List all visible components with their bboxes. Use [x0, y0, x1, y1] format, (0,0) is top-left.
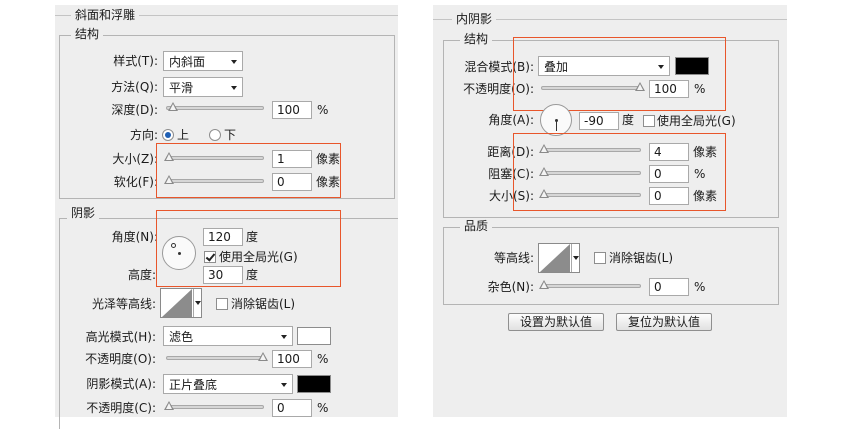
- bevel-emboss-title: 斜面和浮雕: [71, 8, 140, 22]
- gloss-contour-picker[interactable]: [160, 288, 202, 318]
- depth-input[interactable]: 100: [272, 101, 312, 119]
- highlight-mode-select[interactable]: 滤色: [163, 326, 293, 346]
- inner-angle-label: 角度(A):: [488, 113, 534, 127]
- style-select[interactable]: 内斜面: [163, 51, 243, 71]
- highlight-mode-value: 滤色: [169, 330, 194, 344]
- shadow-opacity-input[interactable]: 0: [272, 399, 312, 417]
- technique-select[interactable]: 平滑: [163, 77, 243, 97]
- direction-up-label: 上: [177, 128, 190, 142]
- angle-label: 角度(N):: [111, 230, 158, 244]
- inner-global-light-label: 使用全局光(G): [657, 114, 736, 128]
- shadow-mode-value: 正片叠底: [169, 378, 218, 392]
- inner-anti-alias-checkbox[interactable]: [594, 252, 606, 264]
- shadow-opacity-unit: %: [317, 401, 329, 415]
- shadow-color-swatch[interactable]: [297, 375, 331, 393]
- highlight-mode-label: 高光模式(H):: [85, 330, 156, 344]
- style-label: 样式(T):: [113, 54, 158, 68]
- dropdown-arrow-icon: [281, 335, 287, 339]
- gloss-contour-label: 光泽等高线:: [91, 297, 156, 311]
- noise-slider[interactable]: [539, 280, 641, 289]
- slider-knob-icon[interactable]: [539, 280, 549, 289]
- dropdown-arrow-icon[interactable]: [195, 301, 201, 305]
- shadow-opacity-label: 不透明度(C):: [86, 401, 156, 415]
- contour-divider: [193, 289, 194, 317]
- angle-dial-needle: [556, 120, 557, 131]
- highlight-box: [156, 210, 341, 287]
- depth-slider[interactable]: [166, 102, 264, 111]
- inner-shadow-title: 内阴影: [452, 12, 497, 26]
- direction-down-radio[interactable]: [209, 129, 221, 141]
- shadow-opacity-slider[interactable]: [164, 401, 264, 410]
- dropdown-arrow-icon[interactable]: [573, 256, 579, 260]
- highlight-color-swatch[interactable]: [297, 327, 331, 345]
- shadow-mode-label: 阴影模式(A):: [86, 377, 156, 391]
- highlight-box: [513, 133, 726, 211]
- shading-group-title: 阴影: [67, 206, 100, 220]
- style-value: 内斜面: [169, 55, 206, 69]
- highlight-box: [513, 37, 726, 111]
- inner-angle-input[interactable]: -90: [579, 112, 619, 130]
- gloss-anti-alias-label: 消除锯齿(L): [231, 297, 296, 311]
- dropdown-arrow-icon: [281, 383, 287, 387]
- inner-structure-title: 结构: [460, 32, 493, 46]
- technique-value: 平滑: [169, 81, 194, 95]
- make-default-button[interactable]: 设置为默认值: [508, 313, 604, 331]
- gloss-anti-alias-checkbox[interactable]: [216, 298, 228, 310]
- direction-down-label: 下: [224, 128, 237, 142]
- slider-knob-icon[interactable]: [164, 401, 174, 410]
- highlight-opacity-slider[interactable]: [166, 352, 268, 361]
- reset-default-button[interactable]: 复位为默认值: [616, 313, 712, 331]
- contour-curve-icon: [540, 244, 570, 272]
- contour-divider: [571, 244, 572, 272]
- depth-label: 深度(D):: [111, 103, 158, 117]
- inner-anti-alias-label: 消除锯齿(L): [609, 251, 674, 265]
- highlight-opacity-input[interactable]: 100: [272, 350, 312, 368]
- altitude-label: 高度:: [127, 268, 156, 282]
- contour-label: 等高线:: [493, 251, 534, 265]
- highlight-box: [156, 143, 341, 198]
- direction-up-radio[interactable]: [162, 129, 174, 141]
- noise-unit: %: [694, 280, 706, 294]
- noise-input[interactable]: 0: [649, 278, 689, 296]
- noise-label: 杂色(N):: [487, 280, 534, 294]
- technique-label: 方法(Q):: [111, 80, 158, 94]
- soften-label: 软化(F):: [113, 175, 158, 189]
- inner-contour-picker[interactable]: [538, 243, 580, 273]
- highlight-opacity-label: 不透明度(O):: [85, 352, 156, 366]
- dropdown-arrow-icon: [231, 60, 237, 64]
- dropdown-arrow-icon: [231, 86, 237, 90]
- inner-global-light-checkbox[interactable]: [643, 115, 655, 127]
- slider-knob-icon[interactable]: [258, 352, 268, 361]
- depth-unit: %: [317, 103, 329, 117]
- inner-angle-unit: 度: [622, 113, 635, 127]
- direction-label: 方向:: [129, 128, 158, 142]
- slider-knob-icon[interactable]: [168, 102, 178, 111]
- quality-title: 品质: [460, 219, 493, 233]
- shadow-mode-select[interactable]: 正片叠底: [163, 374, 293, 394]
- angle-dial-icon[interactable]: [540, 104, 572, 136]
- contour-curve-icon: [162, 289, 192, 317]
- highlight-opacity-unit: %: [317, 352, 329, 366]
- structure-group-title: 结构: [71, 27, 104, 41]
- size-label: 大小(Z):: [112, 152, 158, 166]
